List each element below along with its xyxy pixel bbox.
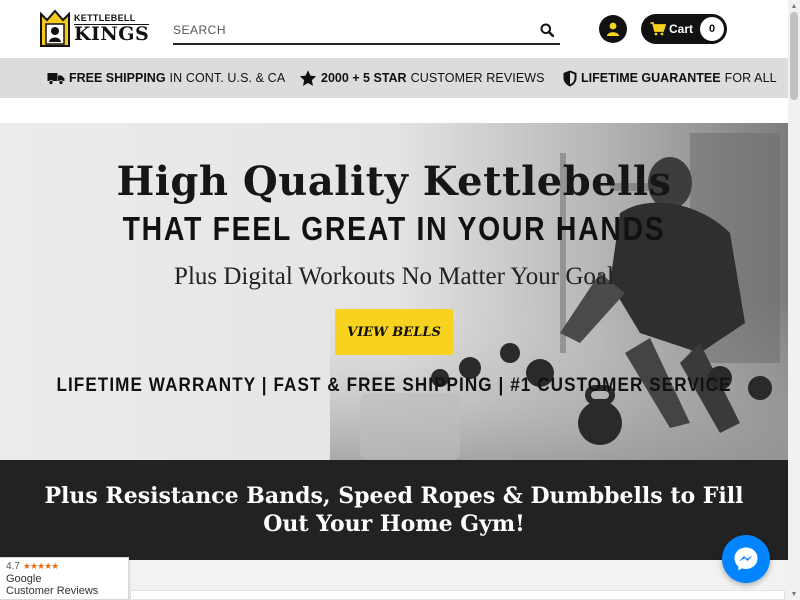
scrollbar-thumb[interactable] bbox=[790, 12, 798, 100]
site-header: KETTLEBELL KINGS Cart 0 bbox=[0, 0, 788, 58]
search-bar bbox=[173, 16, 560, 45]
google-reviews-badge[interactable]: 4.7 ★★★★★ Google Customer Reviews bbox=[0, 557, 129, 600]
benefit-free-shipping: FREE SHIPPING IN CONT. U.S. & CA bbox=[47, 58, 285, 98]
benefit-bold: FREE SHIPPING bbox=[69, 71, 166, 85]
logo-wordmark: KINGS bbox=[74, 23, 150, 45]
crown-icon bbox=[38, 8, 72, 50]
promo-band: Plus Resistance Bands, Speed Ropes & Dum… bbox=[0, 460, 788, 560]
shield-icon bbox=[563, 70, 577, 86]
view-bells-button[interactable]: VIEW BELLS bbox=[335, 309, 453, 355]
star-icon bbox=[299, 69, 317, 86]
page-scrollbar[interactable]: ▲ ▼ bbox=[788, 0, 800, 600]
messenger-icon bbox=[734, 547, 758, 571]
truck-icon bbox=[47, 73, 65, 85]
promo-band-text: Plus Resistance Bands, Speed Ropes & Dum… bbox=[44, 483, 744, 537]
cart-label: Cart bbox=[669, 22, 694, 36]
shopping-cart-icon bbox=[650, 22, 666, 36]
messenger-chat-button[interactable] bbox=[722, 535, 770, 583]
benefits-bar: FREE SHIPPING IN CONT. U.S. & CA 2000 + … bbox=[0, 58, 788, 98]
benefit-bold: 2000 + 5 STAR bbox=[321, 71, 407, 85]
logo[interactable]: KETTLEBELL KINGS bbox=[38, 8, 150, 50]
hero-tagline: Plus Digital Workouts No Matter Your Goa… bbox=[174, 263, 614, 290]
google-rating-value: 4.7 bbox=[6, 561, 20, 572]
scroll-down-arrow-icon[interactable]: ▼ bbox=[788, 588, 800, 600]
benefit-bold: LIFETIME GUARANTEE bbox=[581, 71, 721, 85]
user-icon bbox=[606, 22, 620, 36]
google-label: Google bbox=[6, 573, 42, 585]
hero-title: High Quality Kettlebells bbox=[116, 158, 672, 205]
benefit-guarantee: LIFETIME GUARANTEE FOR ALL bbox=[563, 58, 777, 98]
content-card bbox=[130, 590, 785, 600]
cart-button[interactable]: Cart 0 bbox=[641, 14, 727, 44]
search-button[interactable] bbox=[534, 17, 560, 43]
search-input[interactable] bbox=[173, 16, 534, 43]
hero-subtitle: THAT FEEL GREAT IN YOUR HANDS bbox=[122, 210, 666, 247]
benefit-text: FOR ALL bbox=[724, 71, 777, 85]
google-reviews-label: Customer Reviews bbox=[6, 585, 99, 597]
hero-section: High Quality Kettlebells THAT FEEL GREAT… bbox=[0, 123, 788, 460]
benefit-text: IN CONT. U.S. & CA bbox=[169, 71, 286, 85]
benefit-reviews: 2000 + 5 STAR CUSTOMER REVIEWS bbox=[299, 58, 545, 98]
rating-stars-icon: ★★★★★ bbox=[22, 561, 59, 571]
benefit-text: CUSTOMER REVIEWS bbox=[410, 71, 545, 85]
scroll-up-arrow-icon[interactable]: ▲ bbox=[788, 0, 800, 12]
hero-features: LIFETIME WARRANTY | FAST & FREE SHIPPING… bbox=[56, 375, 732, 396]
account-button[interactable] bbox=[599, 15, 627, 43]
cart-count-badge: 0 bbox=[700, 17, 724, 41]
search-icon bbox=[540, 23, 554, 37]
